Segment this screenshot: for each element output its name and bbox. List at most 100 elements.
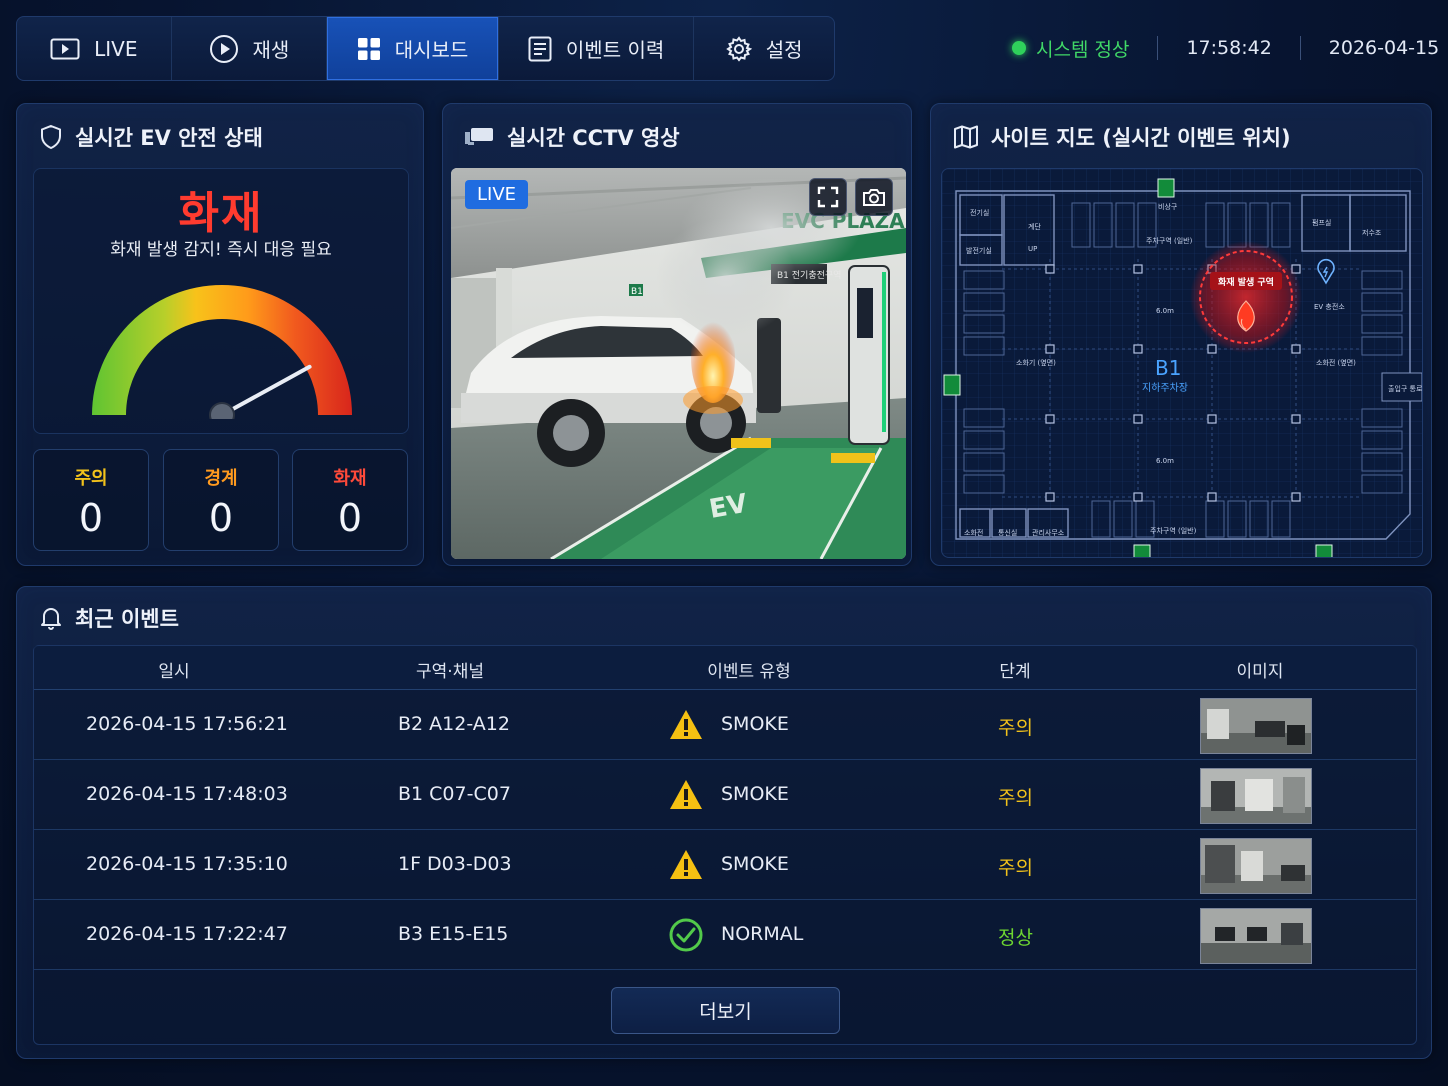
map-floor-name: 지하주차장 [1142,381,1188,394]
tab-dashboard-label: 대시보드 [394,38,469,62]
panel-title: 실시간 EV 안전 상태 [39,122,263,152]
header-status-bar: 시스템 정상 17:58:42 2026-04-15 [1012,30,1439,66]
shield-icon [41,124,61,150]
tab-event-history[interactable]: 이벤트 이력 [499,17,695,80]
tab-playback-label: 재생 [252,38,290,62]
event-type: SMOKE [721,853,789,875]
map-title: 사이트 지도 (실시간 이벤트 위치) [991,126,1291,150]
scene-bay: B1 [631,287,643,297]
table-row[interactable]: 2026-04-15 17:35:10 1F D03-D03 SMOKE 주의 [34,830,1416,900]
events-title: 최근 이벤트 [75,607,179,631]
event-level: 주의 [998,787,1033,809]
risk-gauge [92,285,352,419]
count-alert-label: 경계 [204,468,238,489]
event-level: 주의 [998,717,1033,739]
event-time: 2026-04-15 17:35:10 [86,853,288,875]
warning-triangle-icon [670,710,702,739]
event-thumbnail[interactable] [1200,908,1312,964]
cctv-title: 실시간 CCTV 영상 [507,126,680,150]
safety-title: 실시간 EV 안전 상태 [75,126,263,150]
event-zone: B1 C07-C07 [398,783,511,805]
map-label-fire-hydrant: 소화전 [964,528,983,537]
cctv-scene-image: EVC PLAZA B1 전기충전구역 B1 EV [451,168,906,559]
event-zone: 1F D03-D03 [398,853,512,875]
load-more-button[interactable]: 더보기 [611,987,840,1034]
tab-settings[interactable]: 설정 [694,17,834,80]
map-label-parking-bottom: 주차구역 (일반) [1150,526,1197,535]
cctv-video-feed[interactable]: EVC PLAZA B1 전기충전구역 B1 EV [451,168,906,559]
status-dot-icon [1012,41,1026,55]
event-type: NORMAL [721,923,804,945]
map-label-comm: 통신실 [998,528,1017,537]
tab-playback[interactable]: 재생 [172,17,328,80]
panel-title: 실시간 CCTV 영상 [465,122,680,152]
event-time: 2026-04-15 17:22:47 [86,923,288,945]
panel-title: 최근 이벤트 [39,603,179,633]
site-map-panel: 사이트 지도 (실시간 이벤트 위치) 전기실 발전기실 계단 UP 주차구역 … [930,103,1432,566]
tab-dashboard[interactable]: 대시보드 [327,17,499,80]
event-zone: B2 A12-A12 [398,713,510,735]
count-caution-label: 주의 [74,468,108,489]
count-caution-value: 0 [78,496,104,540]
count-alert[interactable]: 경계 0 [163,449,279,551]
recent-events-panel: 최근 이벤트 일시 구역·채널 이벤트 유형 단계 이미지 2026-04-15… [16,586,1432,1059]
table-row[interactable]: 2026-04-15 17:22:47 B3 E15-E15 NORMAL 정상 [34,900,1416,970]
map-label-hydrant-right: 소화전 (옆면) [1316,358,1356,367]
tab-live-label: LIVE [94,36,138,61]
floor-plan: 전기실 발전기실 계단 UP 주차구역 (일반) 펌프실 저수조 소화기 (옆면… [942,169,1423,557]
camera-icon [863,189,885,206]
cctv-panel: 실시간 CCTV 영상 EVC PLAZA B1 전기충전구역 B1 [442,103,912,566]
map-label-entrance: 출입구 통로 [1388,384,1423,393]
gear-icon [725,35,752,62]
fire-zone-marker[interactable] [1190,241,1302,353]
map-label-dist1: 6.0m [1156,307,1174,315]
count-alert-value: 0 [208,496,234,540]
event-thumbnail[interactable] [1200,838,1312,894]
play-circle-icon [209,34,238,63]
gauge-arc [92,285,352,415]
event-thumbnail[interactable] [1200,698,1312,754]
map-label-stairs: 계단 [1028,222,1041,231]
event-type: SMOKE [721,713,789,735]
event-time: 2026-04-15 17:56:21 [86,713,288,735]
floor-map[interactable]: 전기실 발전기실 계단 UP 주차구역 (일반) 펌프실 저수조 소화기 (옆면… [941,168,1423,558]
tab-event-history-label: 이벤트 이력 [565,38,665,62]
column-header-level: 단계 [999,662,1031,682]
event-time: 2026-04-15 17:48:03 [86,783,288,805]
snapshot-button[interactable] [855,178,893,216]
map-label-gen: 발전기실 [966,246,992,255]
check-circle-icon [669,918,703,952]
map-label-dist2: 6.0m [1156,457,1174,465]
count-fire[interactable]: 화재 0 [292,449,408,551]
current-time: 17:58:42 [1186,37,1272,59]
list-document-icon [528,36,552,61]
event-zone: B3 E15-E15 [398,923,509,945]
tab-live[interactable]: LIVE [17,17,172,80]
column-header-type: 이벤트 유형 [707,662,791,682]
safety-state: 화재 [178,188,264,239]
map-label-parking-top: 주차구역 (일반) [1146,236,1193,245]
table-row[interactable]: 2026-04-15 17:56:21 B2 A12-A12 SMOKE 주의 [34,690,1416,760]
column-header-zone: 구역·채널 [416,662,484,682]
fullscreen-icon [817,186,839,208]
table-row[interactable]: 2026-04-15 17:48:03 B1 C07-C07 SMOKE 주의 [34,760,1416,830]
cctv-camera-icon [465,128,493,145]
event-type: SMOKE [721,783,789,805]
map-icon [954,125,978,149]
live-badge: LIVE [465,180,529,209]
gauge-needle [220,364,312,417]
current-date: 2026-04-15 [1328,37,1440,59]
events-table: 일시 구역·채널 이벤트 유형 단계 이미지 2026-04-15 17:56:… [33,645,1417,1045]
play-square-icon [50,38,80,59]
panel-title: 사이트 지도 (실시간 이벤트 위치) [953,122,1291,152]
column-header-image: 이미지 [1236,662,1284,682]
map-label-pump: 펌프실 [1312,218,1331,227]
fullscreen-button[interactable] [809,178,847,216]
count-caution[interactable]: 주의 0 [33,449,149,551]
count-fire-value: 0 [337,496,363,540]
event-thumbnail[interactable] [1200,768,1312,824]
map-floor-label: B1 [1155,356,1181,380]
system-status: 시스템 정상 [1036,38,1130,61]
map-label-ev: EV 충전소 [1314,302,1345,311]
map-label-exit-top: 비상구 [1158,202,1178,211]
